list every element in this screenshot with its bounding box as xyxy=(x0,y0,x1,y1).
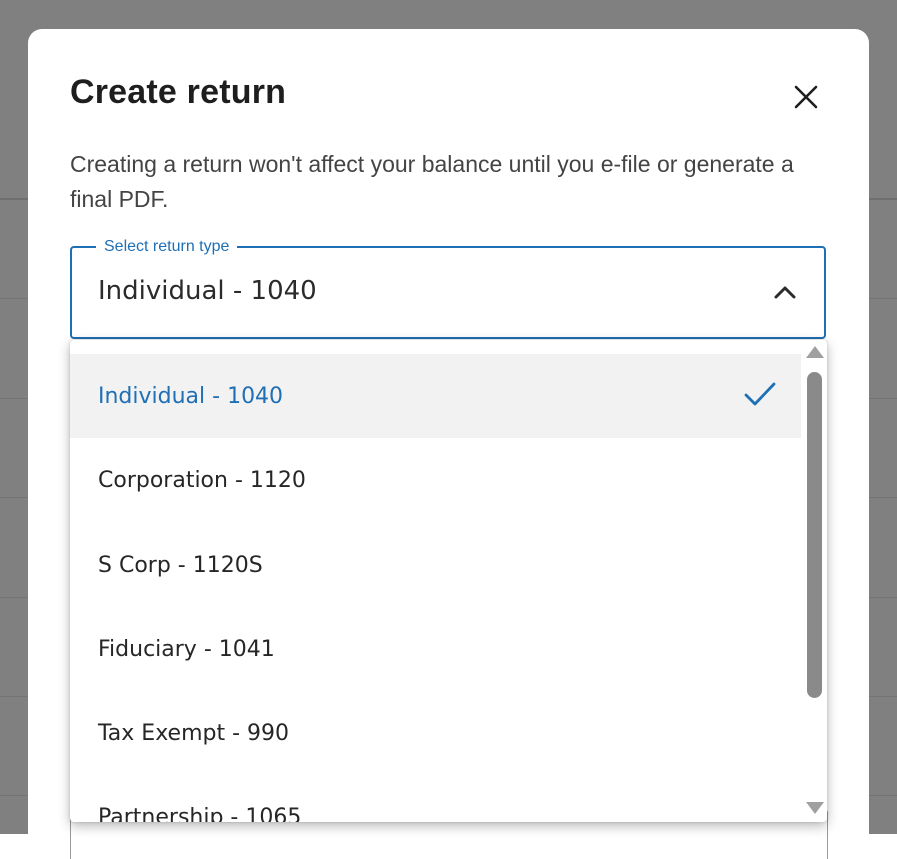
scrollbar-thumb[interactable] xyxy=(807,372,822,698)
return-type-listbox[interactable]: Individual - 1040 Corporation - 1120 S C… xyxy=(70,340,827,822)
scroll-down-arrow-icon[interactable] xyxy=(806,802,824,814)
chevron-up-icon[interactable] xyxy=(772,280,798,306)
option-individual-1040[interactable]: Individual - 1040 xyxy=(70,354,801,438)
scroll-up-arrow-icon[interactable] xyxy=(806,346,824,358)
close-button[interactable] xyxy=(786,77,826,117)
return-type-select[interactable]: Select return type Individual - 1040 xyxy=(70,236,826,339)
option-label: Fiduciary - 1041 xyxy=(98,636,275,662)
option-tax-exempt-990[interactable]: Tax Exempt - 990 xyxy=(70,691,801,775)
option-corporation-1120[interactable]: Corporation - 1120 xyxy=(70,438,801,522)
listbox-scrollbar[interactable] xyxy=(802,340,827,822)
option-label: S Corp - 1120S xyxy=(98,552,263,578)
option-label: Individual - 1040 xyxy=(98,383,284,409)
check-icon xyxy=(744,382,776,406)
dialog-title: Create return xyxy=(70,73,287,111)
option-label: Corporation - 1120 xyxy=(98,467,306,493)
dialog-description: Creating a return won't affect your bala… xyxy=(70,151,794,212)
select-value: Individual - 1040 xyxy=(98,276,317,306)
option-label: Tax Exempt - 990 xyxy=(98,720,290,746)
option-fiduciary-1041[interactable]: Fiduciary - 1041 xyxy=(70,607,801,691)
option-s-corp-1120s[interactable]: S Corp - 1120S xyxy=(70,523,801,607)
select-label: Select return type xyxy=(96,236,238,258)
option-label: Partnership - 1065 xyxy=(98,804,302,823)
close-icon xyxy=(794,85,818,109)
option-partnership-1065[interactable]: Partnership - 1065 xyxy=(70,775,801,823)
